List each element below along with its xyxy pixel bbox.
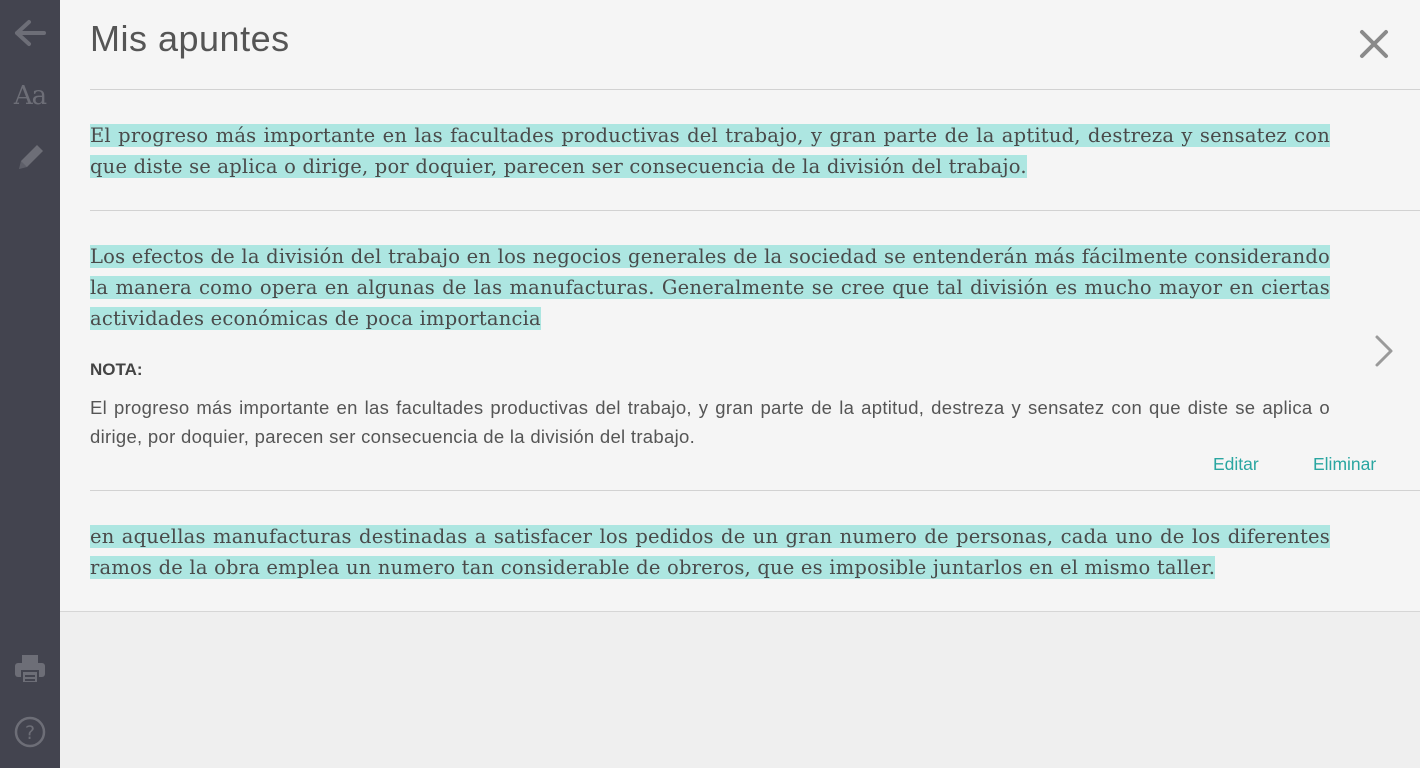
arrow-left-icon xyxy=(15,20,46,46)
edit-link[interactable]: Editar xyxy=(1213,454,1259,475)
highlight-text[interactable]: El progreso más importante en las facult… xyxy=(90,120,1330,182)
font-size-button[interactable]: Aa xyxy=(0,71,60,121)
print-button[interactable] xyxy=(0,644,60,694)
close-icon[interactable] xyxy=(1356,26,1392,62)
note-label: NOTA: xyxy=(90,360,143,379)
highlight-text[interactable]: Los efectos de la división del trabajo e… xyxy=(90,241,1330,334)
divider xyxy=(90,490,1420,491)
sidebar: Aa ? xyxy=(0,0,60,768)
note-text: El progreso más importante en las facult… xyxy=(90,397,1330,447)
highlight-text[interactable]: en aquellas manufacturas destinadas a sa… xyxy=(90,521,1330,583)
back-button[interactable] xyxy=(0,8,60,58)
printer-icon xyxy=(15,655,45,684)
notes-panel: Mis apuntes El progreso más importante e… xyxy=(60,0,1420,612)
svg-text:?: ? xyxy=(25,722,35,744)
chevron-right-icon[interactable] xyxy=(1374,334,1394,368)
highlight-mark: Los efectos de la división del trabajo e… xyxy=(90,245,1330,330)
highlight-mark: en aquellas manufacturas destinadas a sa… xyxy=(90,525,1330,579)
page-title: Mis apuntes xyxy=(90,18,290,59)
pencil-icon xyxy=(19,145,43,169)
font-size-icon: Aa xyxy=(13,81,47,111)
help-icon: ? xyxy=(14,716,46,748)
delete-link[interactable]: Eliminar xyxy=(1313,454,1376,475)
notes-button[interactable] xyxy=(0,133,60,183)
help-button[interactable]: ? xyxy=(0,707,60,757)
highlight-mark: El progreso más importante en las facult… xyxy=(90,124,1330,178)
divider xyxy=(90,89,1420,90)
divider xyxy=(90,210,1420,211)
